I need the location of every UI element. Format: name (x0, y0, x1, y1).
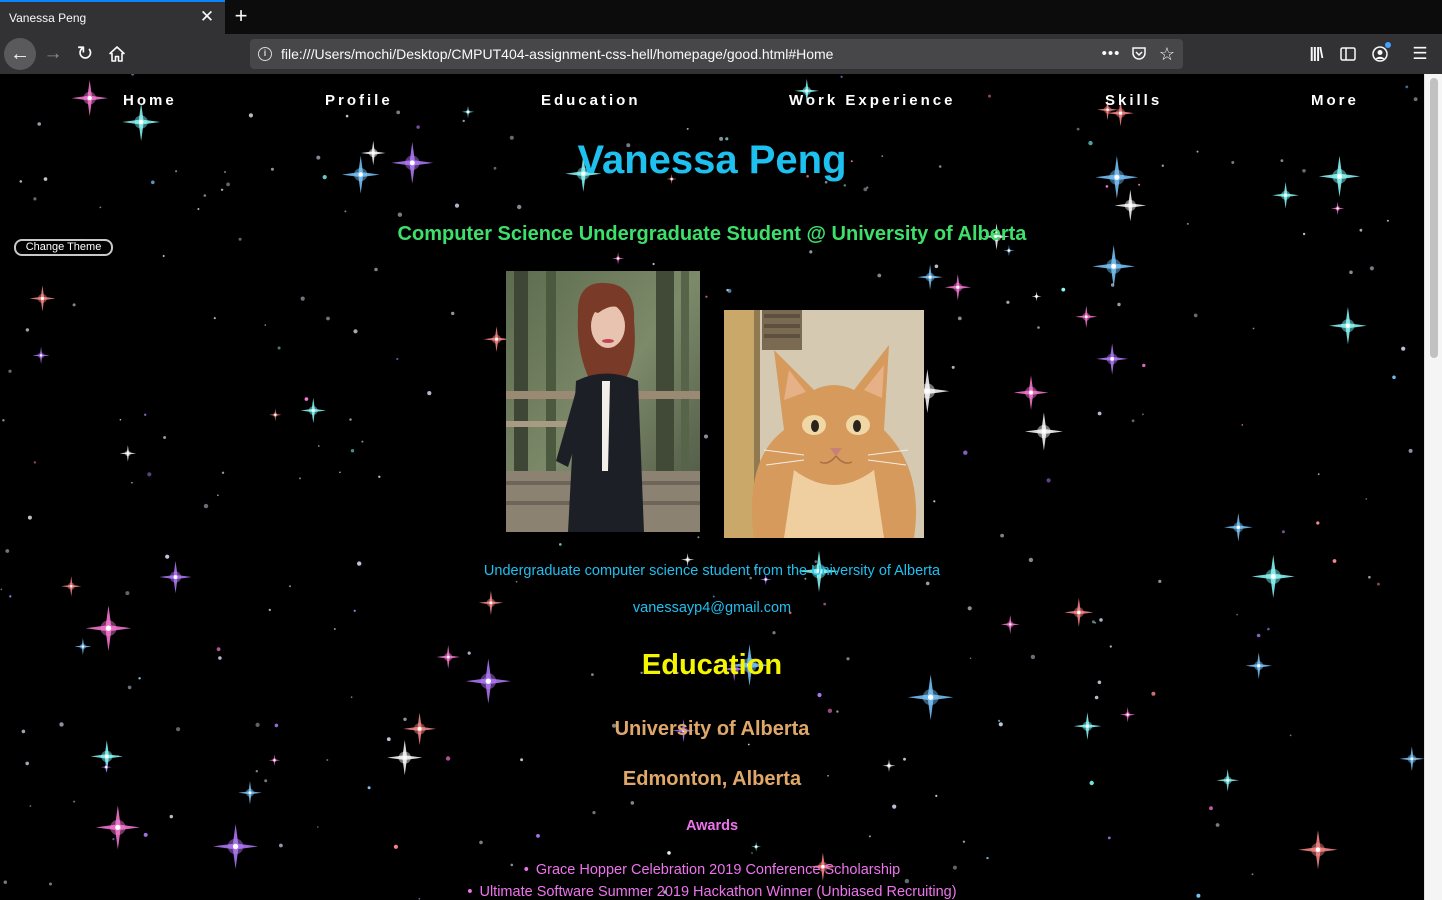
award-item: Ultimate Software Summer 2019 Hackathon … (0, 881, 1424, 900)
university-name: University of Alberta (614, 718, 810, 740)
page-viewport: Home Profile Education Work Experience S… (0, 74, 1424, 900)
email-link[interactable]: vanessayp4@gmail.com (0, 600, 1424, 616)
back-arrow-icon[interactable]: ← (4, 38, 36, 70)
award-item: Grace Hopper Celebration 2019 Conference… (0, 859, 1424, 881)
awards-list: Grace Hopper Celebration 2019 Conference… (0, 859, 1424, 900)
nav-link-home[interactable]: Home (123, 92, 177, 109)
library-icon[interactable]: |||\ (1305, 43, 1327, 65)
nav-link-work-experience[interactable]: Work Experience (789, 92, 955, 109)
site-nav: Home Profile Education Work Experience S… (0, 92, 1424, 112)
university-location: Edmonton, Alberta (622, 768, 802, 790)
nav-link-skills[interactable]: Skills (1105, 92, 1162, 109)
subtitle: Computer Science Undergraduate Student @… (397, 223, 1027, 245)
cat-photo (724, 310, 924, 538)
close-tab-icon[interactable]: ✕ (199, 8, 215, 25)
account-notification-dot (1385, 42, 1391, 48)
address-bar[interactable]: i file:///Users/mochi/Desktop/CMPUT404-a… (250, 39, 1183, 69)
home-icon[interactable] (101, 38, 133, 70)
intro-text: Undergraduate computer science student f… (483, 563, 941, 579)
tab-strip: Vanessa Peng ✕ + (0, 0, 1442, 34)
browser-toolbar: ← → ↻ i file:///Users/mochi/Desktop/CMPU… (0, 34, 1442, 74)
pocket-icon[interactable] (1129, 44, 1149, 64)
browser-tab[interactable]: Vanessa Peng ✕ (0, 0, 225, 34)
reload-icon[interactable]: ↻ (69, 38, 101, 70)
forward-arrow-icon[interactable]: → (37, 38, 69, 70)
page-title: Vanessa Peng (577, 138, 847, 182)
url-text[interactable]: file:///Users/mochi/Desktop/CMPUT404-ass… (281, 46, 833, 62)
new-tab-icon[interactable]: + (231, 5, 251, 27)
scrollbar-thumb[interactable] (1430, 78, 1438, 358)
nav-link-profile[interactable]: Profile (325, 92, 393, 109)
education-heading: Education (641, 649, 783, 681)
tab-title: Vanessa Peng (9, 11, 87, 25)
change-theme-button[interactable]: Change Theme (14, 239, 113, 256)
menu-icon[interactable]: ☰ (1409, 43, 1431, 65)
info-icon[interactable]: i (258, 47, 272, 61)
sidebar-icon[interactable] (1337, 43, 1359, 65)
nav-link-more[interactable]: More (1311, 92, 1359, 109)
more-icon[interactable]: ••• (1101, 44, 1121, 64)
nav-link-education[interactable]: Education (541, 92, 641, 109)
bookmark-star-icon[interactable]: ☆ (1157, 44, 1177, 64)
page-scrollbar[interactable] (1424, 74, 1442, 900)
profile-photo (506, 271, 700, 532)
awards-heading: Awards (685, 818, 739, 834)
